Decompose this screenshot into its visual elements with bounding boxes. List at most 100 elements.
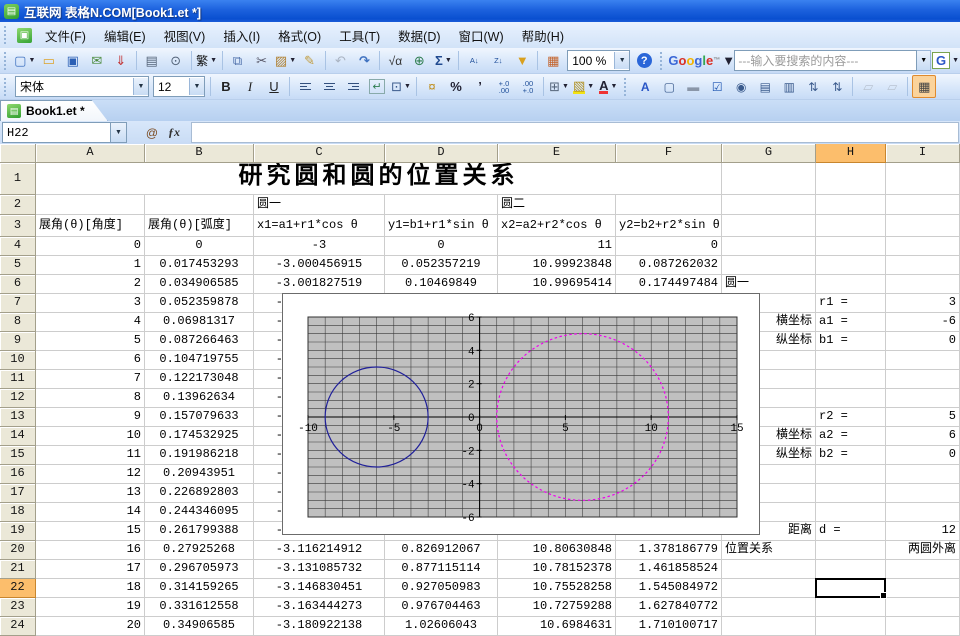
cell-D24[interactable]: 1.02606043 bbox=[385, 617, 498, 636]
cell-H9[interactable]: b1 = bbox=[816, 332, 886, 351]
increase-decimal-button[interactable]: +.0.00 bbox=[493, 76, 515, 97]
cell-E23[interactable]: 10.72759288 bbox=[498, 598, 616, 617]
currency-button[interactable]: ¤ bbox=[421, 76, 443, 97]
cell-I18[interactable] bbox=[886, 503, 960, 522]
toolbar-grip[interactable] bbox=[624, 78, 629, 96]
menu-edit[interactable]: 编辑(E) bbox=[95, 23, 155, 48]
cell-H3[interactable] bbox=[816, 215, 886, 237]
cell-B19[interactable]: 0.261799388 bbox=[145, 522, 254, 541]
cell-F22[interactable]: 1.545084972 bbox=[616, 579, 722, 598]
google-logo-button[interactable]: Google™▼ bbox=[670, 50, 733, 71]
cell-I1[interactable] bbox=[886, 163, 960, 195]
row-header-9[interactable]: 9 bbox=[0, 332, 36, 351]
cell-C20[interactable]: -3.116214912 bbox=[254, 541, 385, 560]
bold-button[interactable]: B bbox=[215, 76, 237, 97]
font-size-select[interactable]: 12 ▼ bbox=[153, 76, 205, 97]
cell-D20[interactable]: 0.826912067 bbox=[385, 541, 498, 560]
cell-H7[interactable]: r1 = bbox=[816, 294, 886, 313]
cell-G5[interactable] bbox=[722, 256, 816, 275]
toolbar-grip[interactable] bbox=[4, 78, 9, 96]
column-header-F[interactable]: F bbox=[616, 144, 722, 163]
row-header-21[interactable]: 21 bbox=[0, 560, 36, 579]
cell-I7[interactable]: 3 bbox=[886, 294, 960, 313]
cell-D3[interactable]: y1=b1+r1*sin θ bbox=[385, 215, 498, 237]
comma-style-button[interactable]: ’ bbox=[469, 76, 491, 97]
cell-G21[interactable] bbox=[722, 560, 816, 579]
underline-button[interactable]: U bbox=[263, 76, 285, 97]
cell-I3[interactable] bbox=[886, 215, 960, 237]
cell-H24[interactable] bbox=[816, 617, 886, 636]
cell-G20[interactable]: 位置关系 bbox=[722, 541, 816, 560]
cell-B9[interactable]: 0.087266463 bbox=[145, 332, 254, 351]
cell-I19[interactable]: 12 bbox=[886, 522, 960, 541]
cell-H23[interactable] bbox=[816, 598, 886, 617]
column-header-A[interactable]: A bbox=[36, 144, 145, 163]
insert-function-button[interactable]: ƒx bbox=[163, 123, 185, 142]
cell-I6[interactable] bbox=[886, 275, 960, 294]
document-icon[interactable]: ▣ bbox=[17, 28, 32, 43]
row-header-17[interactable]: 17 bbox=[0, 484, 36, 503]
cell-G4[interactable] bbox=[722, 237, 816, 256]
print-button[interactable]: ▤ bbox=[141, 50, 163, 71]
cell-A15[interactable]: 11 bbox=[36, 446, 145, 465]
cell-H11[interactable] bbox=[816, 370, 886, 389]
cell-B20[interactable]: 0.27925268 bbox=[145, 541, 254, 560]
cell-B12[interactable]: 0.13962634 bbox=[145, 389, 254, 408]
cell-A13[interactable]: 9 bbox=[36, 408, 145, 427]
cell-A23[interactable]: 19 bbox=[36, 598, 145, 617]
active-cell-selection[interactable] bbox=[815, 578, 886, 598]
cell-C21[interactable]: -3.131085732 bbox=[254, 560, 385, 579]
cell-H15[interactable]: b2 = bbox=[816, 446, 886, 465]
column-header-E[interactable]: E bbox=[498, 144, 616, 163]
combobox-control-button[interactable]: ▥ bbox=[778, 76, 800, 97]
mail-button[interactable]: ✉ bbox=[86, 50, 108, 71]
row-header-11[interactable]: 11 bbox=[0, 370, 36, 389]
format-painter-button[interactable]: ✎ bbox=[299, 50, 321, 71]
cell-D6[interactable]: 0.10469849 bbox=[385, 275, 498, 294]
cell-F5[interactable]: 0.087262032 bbox=[616, 256, 722, 275]
cell-B7[interactable]: 0.052359878 bbox=[145, 294, 254, 313]
cell-B4[interactable]: 0 bbox=[145, 237, 254, 256]
percent-button[interactable]: % bbox=[445, 76, 467, 97]
formula-input[interactable] bbox=[191, 122, 959, 143]
row-header-2[interactable]: 2 bbox=[0, 195, 36, 215]
cell-H16[interactable] bbox=[816, 465, 886, 484]
cell-H2[interactable] bbox=[816, 195, 886, 215]
align-center-button[interactable] bbox=[318, 76, 340, 97]
cell-C6[interactable]: -3.001827519 bbox=[254, 275, 385, 294]
menu-view[interactable]: 视图(V) bbox=[155, 23, 215, 48]
cell-H6[interactable] bbox=[816, 275, 886, 294]
font-color-button[interactable]: A▼ bbox=[597, 76, 619, 97]
cell-D2[interactable] bbox=[385, 195, 498, 215]
cell-F24[interactable]: 1.710100717 bbox=[616, 617, 722, 636]
cell-B24[interactable]: 0.34906585 bbox=[145, 617, 254, 636]
cell-H19[interactable]: d = bbox=[816, 522, 886, 541]
cell-H18[interactable] bbox=[816, 503, 886, 522]
row-header-23[interactable]: 23 bbox=[0, 598, 36, 617]
cell-H21[interactable] bbox=[816, 560, 886, 579]
cell-H5[interactable] bbox=[816, 256, 886, 275]
cell-A12[interactable]: 8 bbox=[36, 389, 145, 408]
cell-F21[interactable]: 1.461858524 bbox=[616, 560, 722, 579]
cell-I17[interactable] bbox=[886, 484, 960, 503]
row-header-4[interactable]: 4 bbox=[0, 237, 36, 256]
chevron-down-icon[interactable]: ▼ bbox=[917, 50, 931, 71]
cell-B5[interactable]: 0.017453293 bbox=[145, 256, 254, 275]
wrap-text-button[interactable]: ↵ bbox=[366, 76, 388, 97]
option-control-button[interactable]: ◉ bbox=[730, 76, 752, 97]
export-pdf-button[interactable]: ⇓ bbox=[110, 50, 132, 71]
cell-I15[interactable]: 0 bbox=[886, 446, 960, 465]
cell-D5[interactable]: 0.052357219 bbox=[385, 256, 498, 275]
italic-button[interactable]: I bbox=[239, 76, 261, 97]
cell-I5[interactable] bbox=[886, 256, 960, 275]
cell-I9[interactable]: 0 bbox=[886, 332, 960, 351]
cell-E6[interactable]: 10.99695414 bbox=[498, 275, 616, 294]
cell-F20[interactable]: 1.378186779 bbox=[616, 541, 722, 560]
cell-A7[interactable]: 3 bbox=[36, 294, 145, 313]
cell-I24[interactable] bbox=[886, 617, 960, 636]
spinner-control-button[interactable]: ⇅ bbox=[802, 76, 824, 97]
cell-I21[interactable] bbox=[886, 560, 960, 579]
cell-H4[interactable] bbox=[816, 237, 886, 256]
print-preview-button[interactable]: ⊙ bbox=[165, 50, 187, 71]
cell-B14[interactable]: 0.174532925 bbox=[145, 427, 254, 446]
